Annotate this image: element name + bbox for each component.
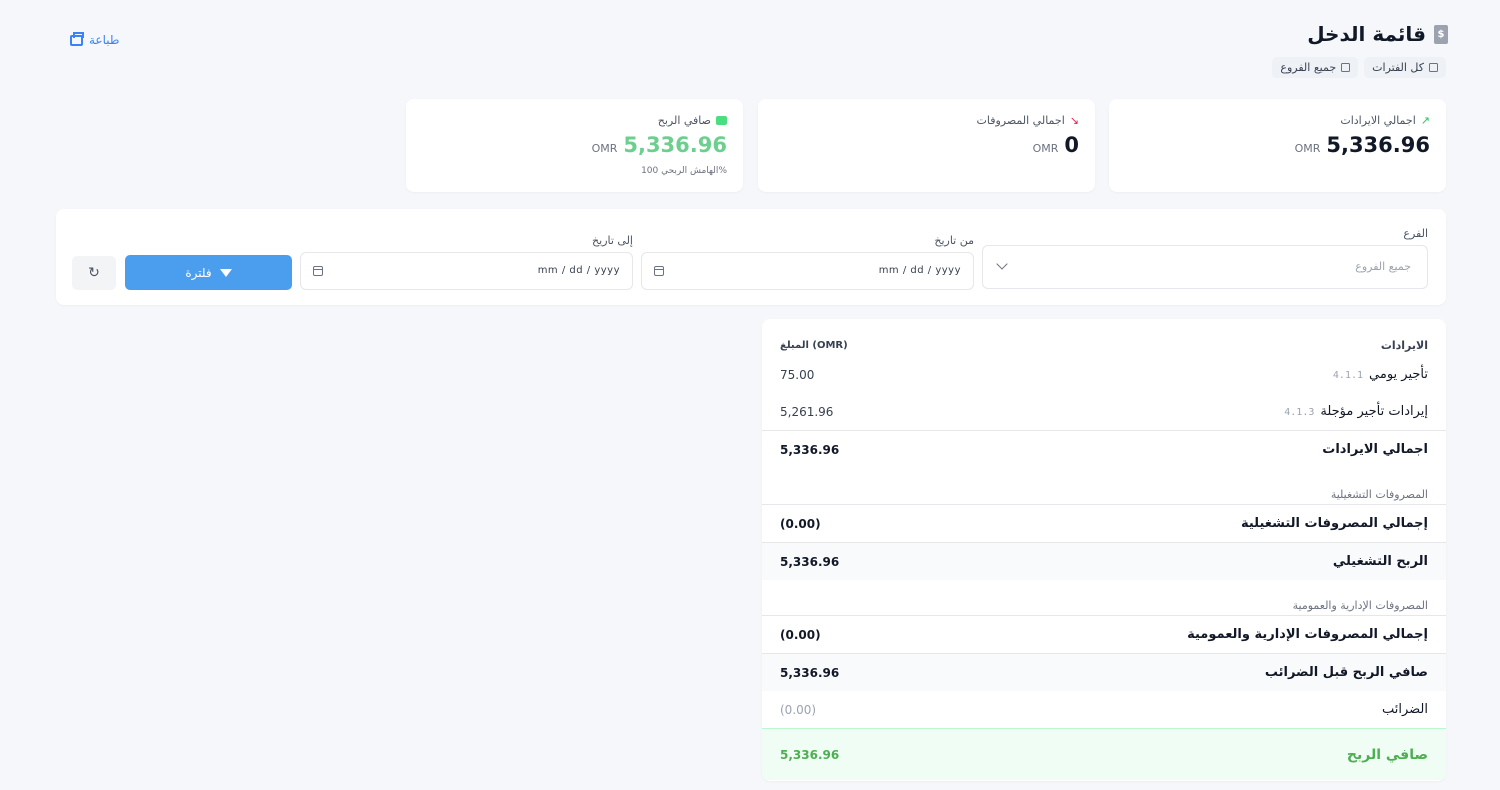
stat-currency-net-profit: OMR <box>591 142 618 155</box>
reset-icon: ↻ <box>88 265 100 281</box>
branch-select-value: جميع الفروع <box>1355 260 1411 273</box>
chevron-down-icon <box>996 258 1008 270</box>
reset-button[interactable]: ↻ <box>72 256 116 290</box>
stat-currency-revenue: OMR <box>1294 142 1321 155</box>
stat-value-net-profit: 5,336.96 <box>623 133 727 157</box>
branch-select[interactable]: جميع الفروع <box>982 245 1428 289</box>
to-date-placeholder: mm / dd / yyyy <box>537 265 620 276</box>
stat-label-revenue: ↗ اجمالي الايرادات <box>1340 114 1430 127</box>
to-date-input[interactable]: mm / dd / yyyy <box>300 252 633 290</box>
page-title-text: قائمة الدخل <box>1307 22 1426 46</box>
wallet-icon <box>716 116 727 125</box>
net-profit-row: صافي الربح 5,336.96 <box>762 728 1446 780</box>
invoice-icon: $ <box>1434 24 1448 44</box>
income-statement-table: الايرادات المبلغ (OMR) تأجير يومي 4.1.1 … <box>762 319 1446 781</box>
print-label: طباعة <box>89 33 120 47</box>
account-amount: 75.00 <box>780 367 815 382</box>
net-profit-label: صافي الربح <box>1346 746 1428 763</box>
profit-margin-note: الهامش الربحي 100% <box>641 166 727 176</box>
profit-before-tax-amount: 5,336.96 <box>780 665 840 680</box>
filter-button-label: فلترة <box>185 265 212 280</box>
taxes-row: الضرائب (0.00) <box>762 691 1446 728</box>
from-date-input[interactable]: mm / dd / yyyy <box>641 252 974 290</box>
total-revenues-label: اجمالي الايرادات <box>1322 442 1428 457</box>
branch-label: الفرع <box>1403 227 1428 240</box>
calendar-icon <box>1429 63 1438 72</box>
stat-currency-expenses: OMR <box>1032 142 1059 155</box>
stat-value-expenses: 0 <box>1064 133 1079 157</box>
page-title: $ قائمة الدخل <box>1307 22 1448 46</box>
operating-section-label: المصروفات التشغيلية <box>1330 487 1428 501</box>
table-row: إيرادات تأجير مؤجلة 4.1.3 5,261.96 <box>762 393 1446 430</box>
account-code: 4.1.3 <box>1284 407 1315 418</box>
from-date-label: من تاريخ <box>934 234 974 247</box>
calendar-icon[interactable] <box>654 266 664 276</box>
stat-value-row-net-profit: 5,336.96 OMR <box>592 133 727 157</box>
profit-before-tax-label: صافي الربح قبل الضرائب <box>1264 665 1428 680</box>
taxes-amount: (0.00) <box>780 702 817 717</box>
net-profit-amount: 5,336.96 <box>780 747 840 762</box>
revenues-header: الايرادات <box>1380 338 1428 352</box>
profit-before-tax-row: صافي الربح قبل الضرائب 5,336.96 <box>762 653 1446 691</box>
stat-card-net-profit: صافي الربح 5,336.96 OMR الهامش الربحي 10… <box>406 99 743 192</box>
admin-section-label: المصروفات الإدارية والعمومية <box>1292 598 1428 612</box>
stat-revenue-label-text: اجمالي الايرادات <box>1340 114 1416 127</box>
taxes-label: الضرائب <box>1381 702 1428 717</box>
total-operating-label: إجمالي المصروفات التشغيلية <box>1240 516 1428 531</box>
table-row: تأجير يومي 4.1.1 75.00 <box>762 356 1446 393</box>
from-date-placeholder: mm / dd / yyyy <box>878 265 961 276</box>
operating-profit-row: الربح التشغيلي 5,336.96 <box>762 542 1446 580</box>
stat-net-profit-label-text: صافي الربح <box>657 114 711 127</box>
total-operating-row: إجمالي المصروفات التشغيلية (0.00) <box>762 504 1446 542</box>
stat-value-row-revenue: 5,336.96 OMR <box>1295 133 1430 157</box>
chip-branches: جميع الفروع <box>1272 57 1359 78</box>
stat-value-revenue: 5,336.96 <box>1326 133 1430 157</box>
to-date-label: إلى تاريخ <box>592 234 633 247</box>
funnel-icon <box>219 268 232 277</box>
stat-value-row-expenses: 0 OMR <box>1033 133 1079 157</box>
filter-button[interactable]: فلترة <box>125 255 292 290</box>
chip-periods: كل الفترات <box>1364 57 1446 78</box>
building-icon <box>1341 63 1351 72</box>
trending-down-icon: ↘ <box>1069 114 1079 127</box>
trending-up-icon: ↗ <box>1420 114 1430 127</box>
stat-label-expenses: ↘ اجمالي المصروفات <box>977 114 1079 127</box>
amount-header: المبلغ (OMR) <box>780 339 848 351</box>
stat-card-expenses: ↘ اجمالي المصروفات 0 OMR <box>758 99 1095 192</box>
account-amount: 5,261.96 <box>780 404 834 419</box>
stat-label-net-profit: صافي الربح <box>658 114 727 127</box>
account-label: إيرادات تأجير مؤجلة <box>1320 404 1428 419</box>
total-admin-amount: (0.00) <box>780 627 821 642</box>
calendar-icon[interactable] <box>313 266 323 276</box>
operating-profit-amount: 5,336.96 <box>780 554 840 569</box>
stat-expenses-label-text: اجمالي المصروفات <box>976 114 1065 127</box>
chip-branches-label: جميع الفروع <box>1280 61 1337 74</box>
chip-periods-label: كل الفترات <box>1372 61 1424 74</box>
total-operating-amount: (0.00) <box>780 516 821 531</box>
total-revenues-row: اجمالي الايرادات 5,336.96 <box>762 430 1446 468</box>
table-header: الايرادات المبلغ (OMR) <box>762 335 1446 355</box>
total-admin-label: إجمالي المصروفات الإدارية والعمومية <box>1187 627 1428 642</box>
account-name: إيرادات تأجير مؤجلة 4.1.3 <box>1284 404 1428 419</box>
printer-icon <box>70 31 84 46</box>
filter-panel: الفرع جميع الفروع من تاريخ mm / dd / yyy… <box>56 209 1446 305</box>
account-code: 4.1.1 <box>1332 370 1364 381</box>
print-button[interactable]: طباعة <box>70 31 120 47</box>
operating-profit-label: الربح التشغيلي <box>1332 554 1428 569</box>
account-label: تأجير يومي <box>1369 367 1428 382</box>
stat-card-revenue: ↗ اجمالي الايرادات 5,336.96 OMR <box>1109 99 1446 192</box>
total-admin-row: إجمالي المصروفات الإدارية والعمومية (0.0… <box>762 615 1446 653</box>
active-filter-chips: كل الفترات جميع الفروع <box>1272 57 1446 78</box>
total-revenues-amount: 5,336.96 <box>780 442 840 457</box>
account-name: تأجير يومي 4.1.1 <box>1333 367 1428 382</box>
